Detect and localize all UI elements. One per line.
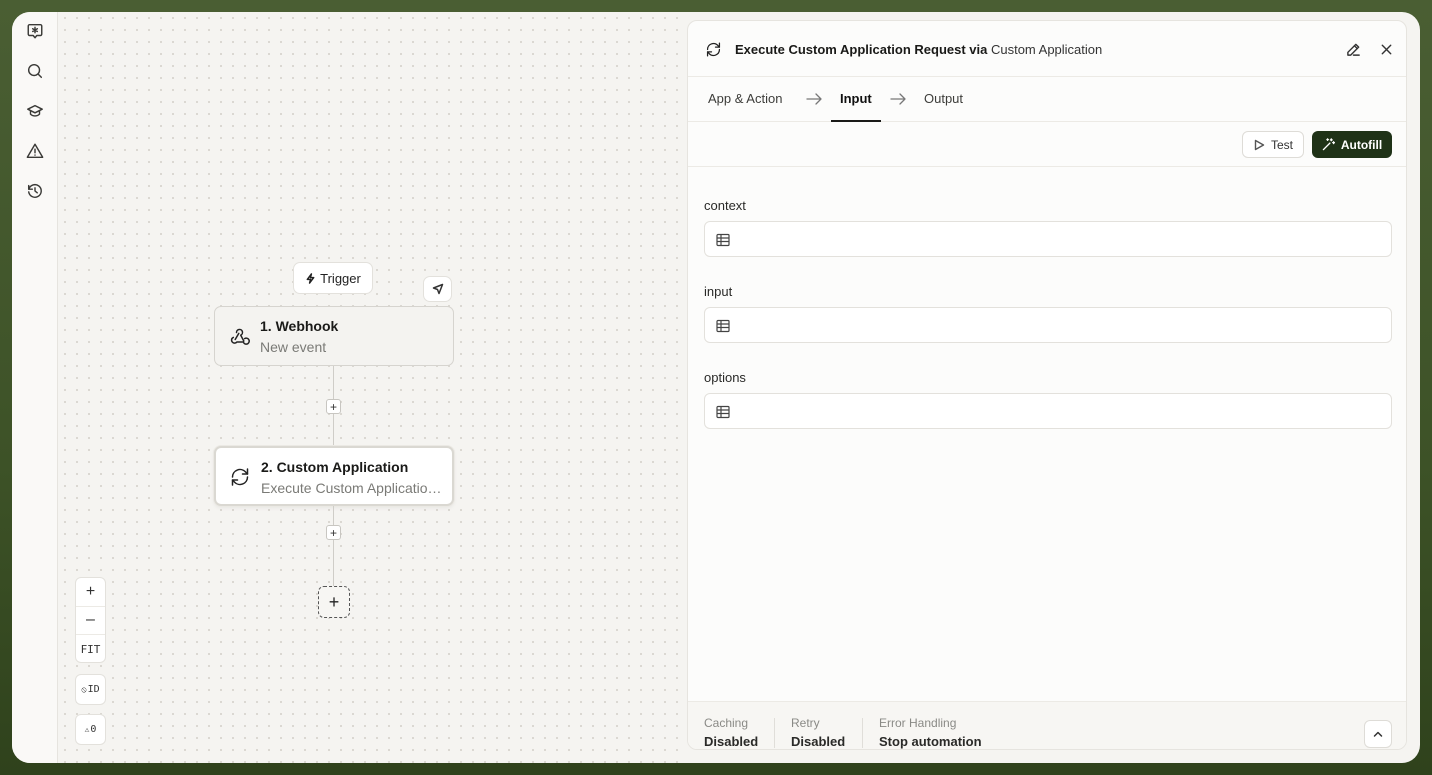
node-title: 1. Webhook — [260, 318, 339, 334]
context-field[interactable] — [704, 221, 1392, 257]
zoom-out-button[interactable]: – — [76, 607, 105, 636]
insert-step-button[interactable]: + — [326, 399, 341, 414]
trigger-text: Trigger — [320, 270, 361, 286]
warning-icon: ⚠ — [84, 725, 90, 734]
fit-button[interactable]: FIT — [76, 635, 105, 664]
workflow-node-webhook[interactable]: 1. Webhook New event — [214, 306, 454, 366]
webhook-icon — [227, 324, 251, 348]
caching-setting[interactable]: Caching Disabled — [704, 716, 758, 749]
app-window: Trigger 1. Webhook New event + 2. Custom… — [12, 12, 1420, 763]
input-field[interactable] — [704, 307, 1392, 343]
play-icon — [1254, 139, 1265, 150]
tab-output[interactable]: Output — [924, 91, 963, 106]
left-sidebar — [12, 12, 58, 763]
panel-title-app: Custom Application — [990, 42, 1103, 57]
workflow-canvas[interactable]: Trigger 1. Webhook New event + 2. Custom… — [59, 12, 687, 763]
field-label-context: context — [704, 198, 746, 213]
table-icon — [716, 319, 730, 333]
panel-header: Execute Custom Application Request via C… — [688, 21, 1406, 77]
refresh-icon — [228, 465, 252, 489]
toggle-ids-button[interactable]: ⦸ ID — [75, 674, 106, 705]
panel-footer: Caching Disabled Retry Disabled Error Ha… — [688, 701, 1406, 749]
footer-divider — [774, 718, 775, 748]
autofill-button[interactable]: Autofill — [1312, 131, 1392, 158]
history-icon[interactable] — [24, 180, 46, 202]
panel-toolbar: Test Autofill — [688, 122, 1406, 167]
zoom-in-button[interactable]: + — [76, 578, 105, 607]
node-subtitle: Execute Custom Application Request — [261, 480, 449, 496]
insert-step-button[interactable]: + — [326, 525, 341, 540]
zoom-controls: + – FIT — [75, 577, 106, 663]
field-label-input: input — [704, 284, 733, 299]
retry-value: Disabled — [791, 734, 846, 749]
refresh-icon — [704, 40, 724, 60]
magic-wand-icon — [1322, 138, 1335, 151]
eye-off-icon: ⦸ — [81, 684, 87, 694]
warning-icon[interactable] — [24, 140, 46, 162]
table-icon — [716, 233, 730, 247]
error-handling-value: Stop automation — [879, 734, 982, 749]
tab-app-action[interactable]: App & Action — [708, 91, 782, 106]
graduation-cap-icon[interactable] — [24, 100, 46, 122]
trigger-label[interactable]: Trigger — [293, 262, 373, 294]
lightning-icon — [306, 272, 315, 284]
connector-line — [333, 506, 334, 586]
retry-label: Retry — [791, 716, 820, 730]
caching-value: Disabled — [704, 734, 759, 749]
chat-asterisk-icon[interactable] — [24, 20, 46, 42]
edit-icon[interactable] — [1344, 40, 1362, 58]
error-handling-setting[interactable]: Error Handling Stop automation — [879, 716, 982, 749]
chevron-up-icon[interactable] — [1364, 720, 1392, 748]
panel-title-action: Execute Custom Application Request via — [735, 42, 991, 57]
step-tabs: App & Action Input Output — [688, 77, 1406, 122]
arrow-right-icon — [890, 92, 906, 106]
test-button-label: Test — [1270, 137, 1293, 152]
step-config-panel: Execute Custom Application Request via C… — [687, 20, 1407, 750]
caching-label: Caching — [704, 716, 749, 730]
search-icon[interactable] — [24, 60, 46, 82]
arrow-right-icon — [806, 92, 822, 106]
panel-title: Execute Custom Application Request via C… — [735, 42, 1102, 57]
node-title: 2. Custom Application — [261, 459, 409, 475]
cursor-pointer-icon[interactable] — [423, 276, 452, 302]
close-icon[interactable] — [1377, 40, 1395, 58]
table-icon — [716, 405, 730, 419]
options-field[interactable] — [704, 393, 1392, 429]
add-step-button[interactable]: + — [318, 586, 350, 618]
warnings-button[interactable]: ⚠ 0 — [75, 714, 106, 745]
test-button[interactable]: Test — [1242, 131, 1304, 158]
workflow-node-custom-application[interactable]: 2. Custom Application Execute Custom App… — [214, 446, 454, 506]
footer-divider — [862, 718, 863, 748]
autofill-button-label: Autofill — [1340, 137, 1383, 152]
warnings-count: 0 — [90, 724, 97, 735]
tab-input[interactable]: Input — [840, 91, 872, 106]
node-subtitle: New event — [260, 339, 327, 355]
error-handling-label: Error Handling — [879, 716, 957, 730]
field-label-options: options — [704, 370, 746, 385]
retry-setting[interactable]: Retry Disabled — [791, 716, 845, 749]
id-label: ID — [87, 684, 100, 695]
